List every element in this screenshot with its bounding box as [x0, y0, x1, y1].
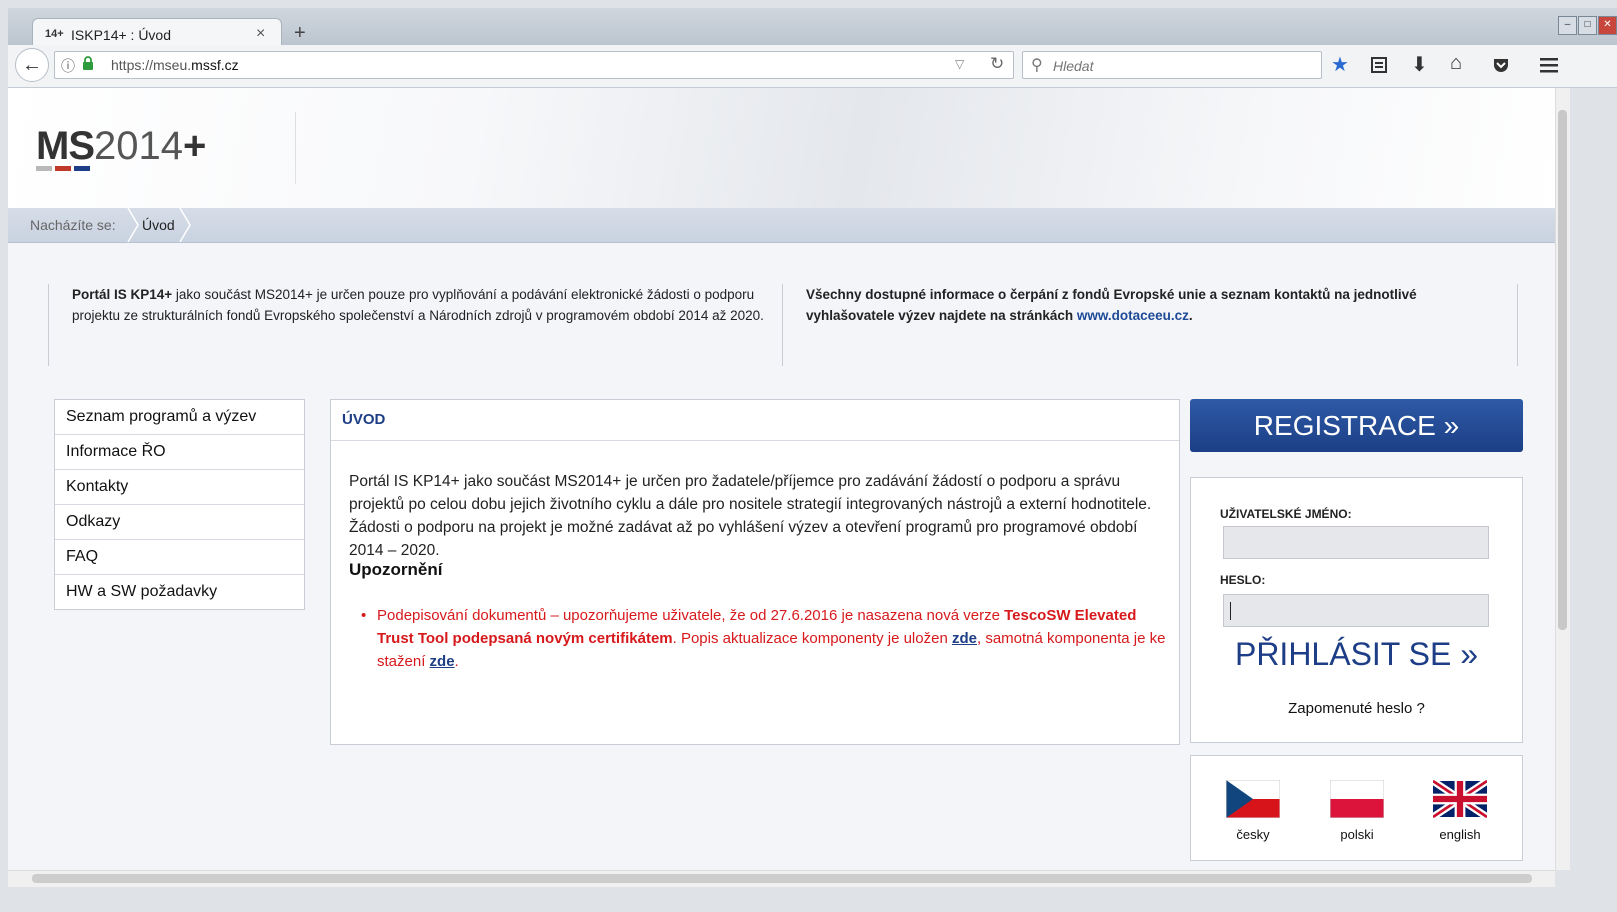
menu-item-faq[interactable]: FAQ: [55, 540, 304, 575]
language-label: english: [1439, 827, 1481, 842]
reading-list-icon[interactable]: [1370, 56, 1388, 74]
logo-year: 2014: [94, 124, 183, 168]
info-icon[interactable]: ⓘ: [61, 56, 75, 76]
browser-titlebar: 14+ ISKP14+ : Úvod × + – □ ✕: [8, 8, 1617, 53]
register-button[interactable]: REGISTRACE »: [1190, 399, 1523, 452]
intro-left-text: Portál IS KP14+ jako součást MS2014+ je …: [48, 284, 768, 366]
warning-title: Upozornění: [349, 560, 443, 579]
username-field[interactable]: [1223, 526, 1489, 559]
menu-item-ro-info[interactable]: Informace ŘO: [55, 435, 304, 470]
horizontal-scrollbar[interactable]: [8, 870, 1555, 887]
content-title: ÚVOD: [342, 411, 386, 428]
site-favicon-icon: 14+: [45, 28, 64, 40]
content-header: ÚVOD: [331, 400, 1179, 441]
dotaceeu-link[interactable]: www.dotaceeu.cz: [1077, 308, 1189, 323]
web-page: MS2014+ Nacházíte se: Úvod Portál IS KP1…: [8, 88, 1555, 870]
menu-icon[interactable]: [1540, 57, 1558, 73]
new-tab-button[interactable]: +: [294, 22, 306, 45]
warning-item: • Podepisování dokumentů – upozorňujeme u…: [361, 604, 1167, 673]
breadcrumb-label: Nacházíte se:: [30, 217, 116, 233]
warning-text: Podepisování dokumentů – upozorňujeme už…: [377, 607, 1005, 624]
language-czech[interactable]: česky: [1223, 779, 1283, 842]
close-window-button[interactable]: ✕: [1598, 16, 1617, 35]
logo-color-bars: [36, 166, 93, 171]
username-label: UŽIVATELSKÉ JMÉNO:: [1220, 507, 1352, 521]
lock-icon: [83, 56, 93, 70]
horizontal-scroll-thumb[interactable]: [32, 874, 1532, 883]
breadcrumb-separator: [179, 208, 191, 242]
breadcrumb-current[interactable]: Úvod: [142, 217, 175, 233]
minimize-button[interactable]: –: [1558, 16, 1577, 35]
intro-left-body: jako součást MS2014+ je určen pouze pro …: [72, 287, 764, 323]
main-content-panel: ÚVOD Portál IS KP14+ jako součást MS2014…: [330, 399, 1180, 745]
password-label: HESLO:: [1220, 573, 1266, 587]
search-icon: ⚲: [1031, 57, 1043, 74]
intro-right-end: .: [1188, 308, 1193, 323]
url-bar[interactable]: ⓘ https://mseu.mssf.cz ▽ ↻: [54, 51, 1014, 79]
url-prefix: https://mseu.: [111, 57, 192, 73]
component-download-link[interactable]: zde: [430, 653, 455, 670]
warning-text: .: [454, 653, 459, 670]
search-input[interactable]: [1051, 55, 1315, 77]
text-cursor: [1230, 602, 1231, 620]
maximize-button[interactable]: □: [1578, 16, 1597, 35]
star-icon[interactable]: ★: [1331, 52, 1349, 77]
language-label: česky: [1236, 827, 1270, 842]
home-icon[interactable]: ⌂: [1450, 52, 1462, 75]
history-dropdown-icon[interactable]: ▽: [955, 57, 964, 71]
pocket-icon[interactable]: [1492, 56, 1510, 74]
logo-bar-red: [55, 166, 71, 171]
tab-title: ISKP14+ : Úvod: [71, 27, 172, 43]
reload-icon[interactable]: ↻: [990, 54, 1004, 74]
menu-item-hw-sw[interactable]: HW a SW požadavky: [55, 575, 304, 609]
menu-item-contacts[interactable]: Kontakty: [55, 470, 304, 505]
breadcrumb: Nacházíte se: Úvod: [8, 208, 1555, 243]
czech-flag-icon: [1225, 779, 1281, 819]
site-logo[interactable]: MS2014+: [36, 124, 206, 169]
content-body: Portál IS KP14+ jako součást MS2014+ je …: [349, 473, 1152, 559]
url-text: https://mseu.mssf.cz: [111, 57, 239, 73]
logo-bar-blue: [74, 166, 90, 171]
update-info-link[interactable]: zde: [952, 630, 977, 647]
intro-left-bold: Portál IS KP14+: [72, 287, 173, 302]
menu-item-links[interactable]: Odkazy: [55, 505, 304, 540]
site-header: MS2014+: [8, 88, 1555, 208]
language-label: polski: [1340, 827, 1374, 842]
language-polish[interactable]: polski: [1327, 779, 1387, 842]
uk-flag-icon: [1431, 778, 1489, 820]
header-divider: [295, 112, 296, 184]
logo-bar-gray: [36, 166, 52, 171]
side-menu: Seznam programů a výzev Informace ŘO Kon…: [54, 399, 305, 610]
polish-flag-icon: [1329, 779, 1385, 819]
menu-item-programs[interactable]: Seznam programů a výzev: [55, 400, 304, 435]
forgot-password-link[interactable]: Zapomenuté heslo ?: [1191, 700, 1522, 717]
bullet-icon: •: [361, 607, 367, 624]
vertical-scroll-thumb[interactable]: [1558, 110, 1567, 630]
url-domain: mssf.cz: [191, 57, 239, 73]
back-button[interactable]: ←: [15, 48, 49, 82]
window-controls: – □ ✕: [1557, 16, 1617, 35]
search-bar[interactable]: ⚲: [1022, 51, 1322, 79]
vertical-scrollbar[interactable]: [1555, 88, 1570, 870]
language-panel: česky polski english: [1190, 755, 1523, 861]
download-icon[interactable]: ⬇: [1411, 52, 1428, 77]
logo-plus: +: [182, 124, 207, 168]
tab-close-icon[interactable]: ×: [256, 25, 265, 43]
login-panel: UŽIVATELSKÉ JMÉNO: HESLO: PŘIHLÁSIT SE »…: [1190, 477, 1523, 743]
browser-navbar: ← ⓘ https://mseu.mssf.cz ▽ ↻ ⚲ ★ ⬇ ⌂: [8, 45, 1617, 88]
logo-ms: MS: [36, 124, 95, 168]
login-button[interactable]: PŘIHLÁSIT SE »: [1191, 636, 1522, 673]
password-field[interactable]: [1223, 594, 1489, 627]
warning-text: . Popis aktualizace komponenty je uložen: [672, 630, 952, 647]
language-english[interactable]: english: [1430, 778, 1490, 842]
intro-right-text: Všechny dostupné informace o čerpání z f…: [782, 284, 1518, 366]
